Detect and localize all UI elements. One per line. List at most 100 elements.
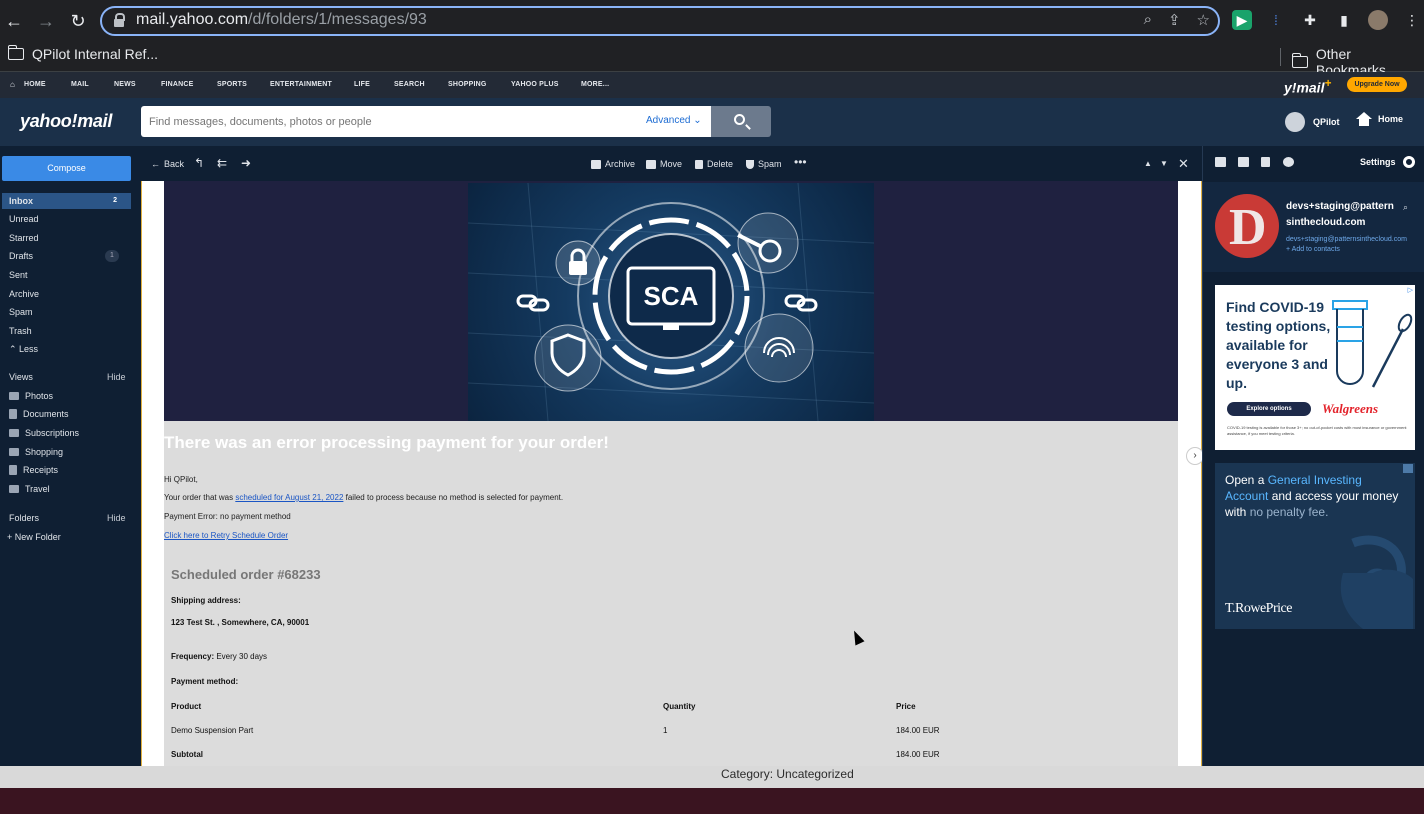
view-travel[interactable]: Travel: [9, 484, 50, 494]
nav-entertainment[interactable]: ENTERTAINMENT: [270, 81, 332, 88]
sidepanel-icon[interactable]: ▮: [1334, 10, 1354, 30]
adchoices-icon[interactable]: ▷: [1408, 286, 1413, 294]
forward-arrow-icon[interactable]: →: [34, 9, 58, 33]
sca-security-image: SCA: [468, 183, 874, 421]
extension-green-icon[interactable]: ▶: [1232, 10, 1252, 30]
folder-unread[interactable]: Unread: [9, 214, 39, 224]
shipping-label: Shipping address:: [171, 596, 241, 605]
help-icon[interactable]: [1283, 157, 1294, 167]
view-subscriptions[interactable]: Subscriptions: [9, 428, 79, 438]
browser-window: ← → ↻ mail.yahoo.com/d/folders/1/message…: [0, 0, 1424, 766]
nav-sports[interactable]: SPORTS: [217, 81, 247, 88]
move-button[interactable]: Move: [646, 159, 682, 169]
nav-yahoo-plus[interactable]: YAHOO PLUS: [511, 81, 559, 88]
reload-icon[interactable]: ↻: [66, 9, 90, 33]
retry-link-wrap: Click here to Retry Schedule Order: [164, 531, 288, 540]
email-banner: SCA: [164, 181, 1178, 421]
folder-starred[interactable]: Starred: [9, 233, 39, 243]
advanced-search-toggle[interactable]: Advanced ⌄: [646, 115, 702, 126]
view-shopping[interactable]: Shopping: [9, 447, 63, 457]
nav-home[interactable]: HOME: [24, 81, 46, 88]
view-photos[interactable]: Photos: [9, 391, 53, 401]
search-icon: [734, 114, 745, 125]
views-hide[interactable]: Hide: [107, 372, 126, 382]
compose-button[interactable]: Compose: [2, 156, 131, 181]
archive-button[interactable]: Archive: [591, 159, 635, 169]
star-icon[interactable]: ☆: [1197, 11, 1210, 29]
reply-icon[interactable]: ↰: [194, 156, 204, 170]
nav-search[interactable]: SEARCH: [394, 81, 425, 88]
search-button[interactable]: [711, 106, 771, 137]
new-folder-button[interactable]: + New Folder: [7, 532, 61, 542]
close-icon[interactable]: ✕: [1178, 156, 1189, 172]
drafts-count: 1: [105, 250, 119, 262]
chevron-up-icon: ⌃: [9, 344, 20, 354]
bookmarks-bar: QPilot Internal Ref... Other Bookmarks: [0, 42, 1424, 78]
folder-inbox[interactable]: Inbox 2: [2, 193, 131, 209]
contact-card-icon[interactable]: [1215, 157, 1226, 167]
home-link[interactable]: Home: [1356, 112, 1403, 126]
previous-message-icon[interactable]: ▲: [1144, 159, 1152, 168]
folders-hide[interactable]: Hide: [107, 513, 126, 523]
nav-mail[interactable]: MAIL: [71, 81, 89, 88]
unread-count: 2: [113, 197, 117, 204]
photos-icon[interactable]: [1238, 157, 1249, 167]
nav-shopping[interactable]: SHOPPING: [448, 81, 487, 88]
bookmark-qpilot[interactable]: QPilot Internal Ref...: [8, 45, 158, 62]
folders-heading: Folders: [9, 513, 40, 523]
home-icon: ⌂: [10, 80, 16, 89]
nav-life[interactable]: LIFE: [354, 81, 370, 88]
gear-icon[interactable]: [1403, 156, 1415, 168]
search-input[interactable]: [141, 106, 621, 137]
less-toggle[interactable]: ⌃ Less: [9, 344, 38, 355]
svg-text:SCA: SCA: [644, 281, 699, 311]
yahoo-global-nav: ⌂ HOME MAIL NEWS FINANCE SPORTS ENTERTAI…: [0, 72, 1424, 98]
col-product: Product: [171, 702, 202, 711]
more-icon[interactable]: •••: [794, 155, 807, 169]
nav-news[interactable]: NEWS: [114, 81, 136, 88]
back-button[interactable]: ← Back: [151, 159, 184, 169]
contact-card: D devs+staging@pattern sinthecloud.com ⌕ …: [1203, 182, 1424, 272]
search-icon[interactable]: ⌕: [1403, 202, 1408, 213]
delete-button[interactable]: Delete: [695, 159, 733, 169]
walgreens-ad[interactable]: ▷ Find COVID-19 testing options, availab…: [1215, 285, 1415, 450]
email-title: There was an error processing payment fo…: [164, 433, 609, 452]
troweprice-ad[interactable]: Open a General Investing Account and acc…: [1215, 463, 1415, 629]
add-to-contacts-link[interactable]: + Add to contacts: [1286, 246, 1340, 253]
folder-sent[interactable]: Sent: [9, 270, 28, 280]
schedule-date-link[interactable]: scheduled for August 21, 2022: [235, 493, 343, 502]
forward-icon[interactable]: ➜: [241, 156, 251, 170]
address-bar[interactable]: mail.yahoo.com/d/folders/1/messages/93 ⌕…: [100, 6, 1220, 36]
settings-label[interactable]: Settings: [1360, 157, 1396, 167]
document-icon: [9, 409, 17, 419]
profile-avatar-icon[interactable]: [1368, 10, 1388, 30]
kebab-menu-icon[interactable]: ⋮: [1402, 10, 1422, 30]
folder-drafts[interactable]: Drafts: [9, 251, 33, 261]
nav-finance[interactable]: FINANCE: [161, 81, 194, 88]
contact-email[interactable]: devs+staging@patternsinthecloud.com: [1286, 236, 1407, 243]
notes-icon[interactable]: [1261, 157, 1270, 167]
user-menu[interactable]: QPilot: [1285, 112, 1340, 132]
yahoo-mail-logo[interactable]: yahoo!mail: [20, 111, 112, 132]
extension-bars-icon[interactable]: ⁞: [1266, 10, 1286, 30]
share-icon[interactable]: ⇪: [1168, 11, 1181, 29]
spam-button[interactable]: Spam: [746, 159, 782, 169]
page-footer-bar: [0, 766, 1424, 788]
folder-archive[interactable]: Archive: [9, 289, 39, 299]
folder-trash[interactable]: Trash: [9, 326, 32, 336]
home-icon: [1356, 112, 1372, 126]
view-documents[interactable]: Documents: [9, 409, 69, 419]
back-arrow-icon[interactable]: ←: [2, 9, 26, 33]
reply-all-icon[interactable]: ⇇: [217, 156, 227, 170]
explore-options-button[interactable]: Explore options: [1227, 402, 1311, 416]
folder-spam[interactable]: Spam: [9, 307, 33, 317]
zoom-icon[interactable]: ⌕: [1144, 11, 1152, 29]
avatar: [1285, 112, 1305, 132]
greeting: Hi QPilot,: [164, 475, 198, 484]
retry-schedule-link[interactable]: Click here to Retry Schedule Order: [164, 531, 288, 540]
upgrade-button[interactable]: Upgrade Now: [1347, 77, 1407, 92]
puzzle-icon[interactable]: ✚: [1300, 10, 1320, 30]
nav-more[interactable]: MORE...: [581, 81, 609, 88]
next-message-icon[interactable]: ▼: [1160, 159, 1168, 168]
view-receipts[interactable]: Receipts: [9, 465, 58, 475]
